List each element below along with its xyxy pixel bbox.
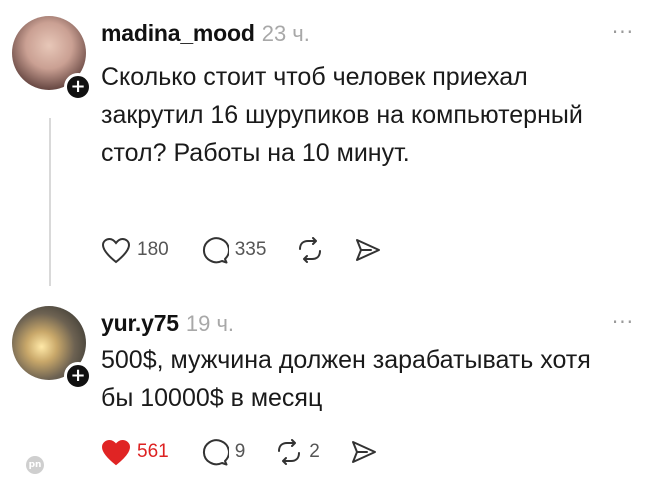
comment-count: 9 [234, 441, 246, 462]
like-button[interactable]: 180 [101, 237, 169, 264]
send-icon [351, 441, 376, 463]
watermark-logo: pn [26, 456, 44, 474]
comment-count: 335 [234, 239, 267, 260]
comment-icon [202, 237, 229, 264]
username[interactable]: yur.y75 [101, 310, 179, 336]
more-options-icon[interactable]: ··· [612, 312, 634, 332]
username[interactable]: madina_mood [101, 20, 255, 46]
comment-button[interactable]: 9 [199, 438, 246, 466]
send-icon [356, 239, 381, 261]
heart-icon [101, 237, 131, 263]
reply-post: + yur.y75 19 ч. ··· 500$, мужчина должен … [0, 290, 660, 503]
thread-line [49, 118, 51, 286]
like-count: 180 [137, 239, 169, 260]
repost-icon [278, 439, 301, 465]
repost-button[interactable]: 2 [275, 439, 320, 465]
like-button[interactable]: 561 [101, 439, 169, 466]
thread-post: + madina_mood 23 ч. ··· Сколько стоит что… [0, 0, 660, 290]
post-text: 500$, мужчина должен зарабатывать хотя б… [101, 346, 591, 412]
comment-icon [202, 439, 229, 466]
comment-button[interactable]: 335 [199, 236, 267, 264]
share-button[interactable] [354, 237, 382, 263]
share-button[interactable] [350, 439, 378, 465]
action-bar: 561 9 2 [101, 438, 408, 466]
timestamp: 19 ч. [185, 311, 235, 336]
follow-plus-icon[interactable]: + [64, 362, 92, 390]
timestamp: 23 ч. [261, 21, 310, 46]
repost-button[interactable] [296, 237, 324, 263]
action-bar: 180 335 [101, 236, 412, 264]
repost-count: 2 [309, 441, 320, 462]
post-header: madina_mood 23 ч. [101, 20, 310, 47]
follow-plus-icon[interactable]: + [64, 73, 92, 101]
more-options-icon[interactable]: ··· [612, 22, 634, 42]
heart-filled-icon [101, 439, 131, 465]
post-header: yur.y75 19 ч. [101, 310, 234, 337]
post-text: Сколько стоит чтоб человек приехал закру… [101, 63, 583, 167]
like-count: 561 [137, 441, 169, 462]
repost-icon [299, 237, 322, 263]
